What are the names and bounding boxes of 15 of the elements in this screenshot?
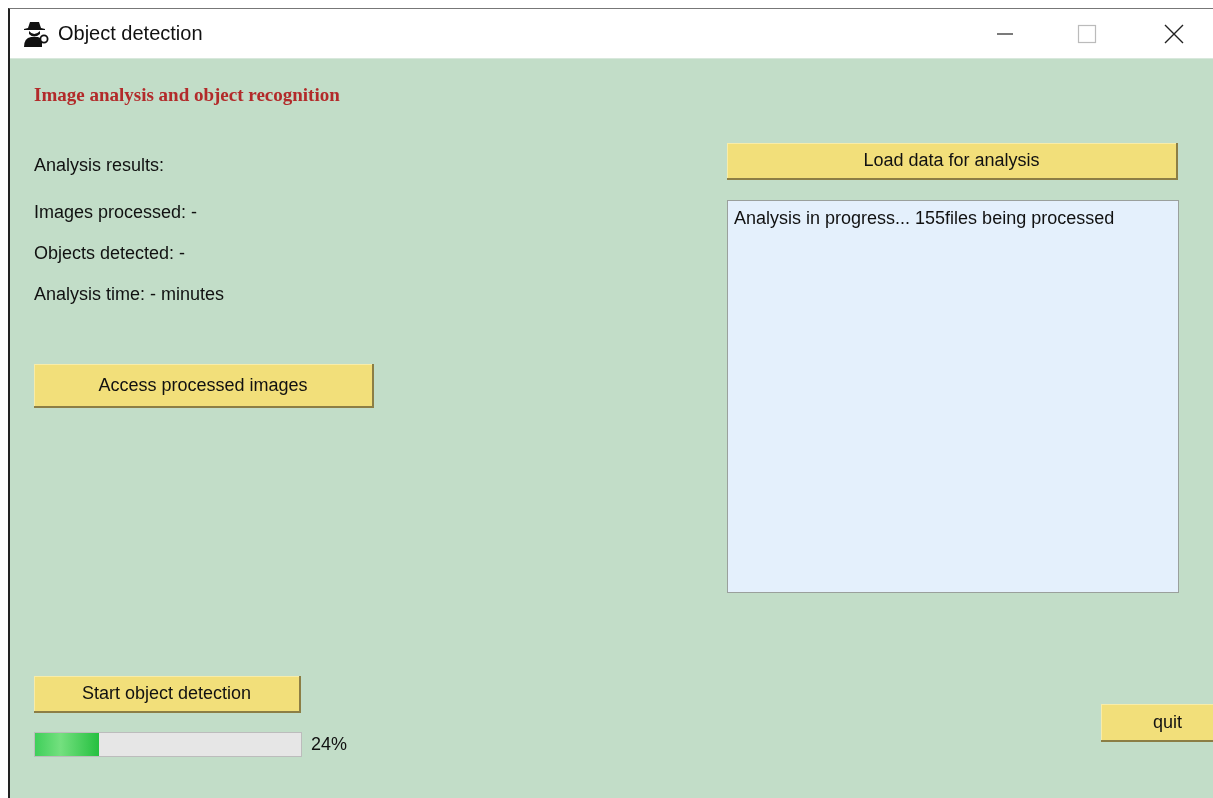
app-heading: Image analysis and object recognition [34,83,341,106]
log-text-area[interactable]: Analysis in progress... 155files being processed [727,200,1179,593]
log-text: Analysis in progress... 155files being processed [734,208,1115,228]
progress-reading: 24% [311,734,348,755]
window-title: Object detection [58,22,203,45]
start-detection-button[interactable]: Start object detection [34,676,301,713]
result-line: Objects detected: - [34,242,187,264]
detective-icon [22,19,50,48]
results-label: Analysis results: [34,154,166,176]
result-line: Images processed: - [34,201,199,223]
access-images-button[interactable]: Access processed images [34,364,374,408]
result-line: Analysis time: - minutes [34,283,226,305]
close-icon[interactable] [1163,22,1185,45]
load-data-button[interactable]: Load data for analysis [727,143,1178,180]
quit-button[interactable]: quit [1101,704,1213,742]
